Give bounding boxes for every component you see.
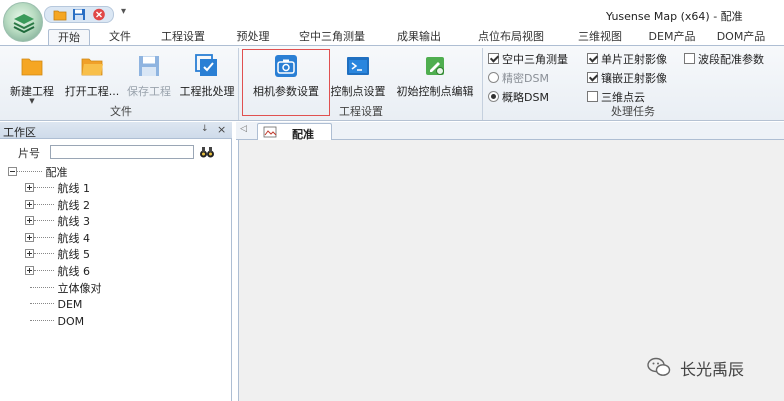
control-point-settings-button[interactable]: 控制点设置 <box>326 52 390 104</box>
tab-aerotriangulation[interactable]: 空中三角测量 <box>286 29 378 46</box>
binoculars-search-icon[interactable] <box>199 145 215 159</box>
title-bar: ▾ Yusense Map (x64) - 配准 <box>0 0 784 27</box>
expand-icon[interactable] <box>25 183 34 192</box>
app-logo[interactable] <box>3 2 43 42</box>
checkbox-unchecked-icon <box>684 53 695 64</box>
precise-dsm-radio[interactable]: 精密DSM <box>488 72 549 86</box>
folder-open-icon <box>81 58 103 76</box>
image-id-label: 片号 <box>18 147 40 160</box>
tab-start[interactable]: 开始 <box>48 29 90 46</box>
tree-strip-3[interactable]: 航线 3 <box>25 214 90 230</box>
pin-icon[interactable]: ↓ <box>201 124 209 134</box>
console-icon <box>347 57 369 75</box>
processing-tasks-group-label: 处理任务 <box>611 105 655 118</box>
workspace-title: 工作区 <box>3 126 36 139</box>
tab-point-layout-view[interactable]: 点位布局视图 <box>463 29 559 46</box>
batch-process-button[interactable]: 工程批处理 <box>176 52 238 104</box>
layers-icon <box>13 14 35 34</box>
tab-preprocess[interactable]: 预处理 <box>226 29 280 46</box>
workspace-panel-header: 工作区 ↓ × <box>0 122 232 139</box>
file-group: 新建工程 ▼ 打开工程... 保存工程 工程批处理 文件 <box>4 48 239 120</box>
batch-icon <box>195 54 217 76</box>
save-icon[interactable] <box>72 8 86 21</box>
mosaic-ortho-checkbox[interactable]: 镶嵌正射影像 <box>587 72 667 86</box>
expand-icon[interactable] <box>25 266 34 275</box>
band-registration-checkbox[interactable]: 波段配准参数 <box>684 53 764 67</box>
expand-icon[interactable] <box>25 233 34 242</box>
tab-project-settings[interactable]: 工程设置 <box>148 29 218 46</box>
tree-strip-6[interactable]: 航线 6 <box>25 264 90 280</box>
single-ortho-checkbox[interactable]: 单片正射影像 <box>587 53 667 67</box>
close-panel-icon[interactable]: × <box>217 123 226 136</box>
window-title: Yusense Map (x64) - 配准 <box>606 10 743 23</box>
expand-icon[interactable] <box>25 216 34 225</box>
document-tab-bar: ◁ 配准 <box>236 122 784 141</box>
customize-toolbar-icon[interactable]: ▾ <box>121 6 126 17</box>
file-group-label: 文件 <box>110 105 132 118</box>
expand-icon[interactable] <box>25 249 34 258</box>
radio-checked-icon <box>488 91 499 102</box>
open-project-button[interactable]: 打开工程... <box>62 52 122 104</box>
checkbox-unchecked-icon <box>587 91 598 102</box>
document-image-icon <box>263 126 277 138</box>
wechat-icon <box>647 357 671 376</box>
quick-access-toolbar <box>44 6 114 23</box>
tree-strip-2[interactable]: 航线 2 <box>25 198 90 214</box>
image-id-input[interactable] <box>50 145 194 159</box>
tree-dom[interactable]: DOM <box>30 314 84 330</box>
tree-root[interactable]: 配准 <box>8 165 68 181</box>
checkbox-checked-icon <box>587 53 598 64</box>
tree-stereo-pairs[interactable]: 立体像对 <box>30 281 102 297</box>
collapse-icon[interactable] <box>8 167 17 176</box>
save-icon <box>139 56 159 76</box>
tab-file[interactable]: 文件 <box>100 29 140 46</box>
tab-output[interactable]: 成果输出 <box>384 29 454 46</box>
ribbon-tabs: 开始 文件 工程设置 预处理 空中三角测量 成果输出 点位布局视图 三维视图 D… <box>0 27 784 46</box>
image-search-row: 片号 <box>0 141 232 161</box>
checkbox-checked-icon <box>587 72 598 83</box>
tab-3d-view[interactable]: 三维视图 <box>565 29 635 46</box>
tab-dom-product[interactable]: DOM产品 <box>708 29 774 46</box>
tree-dem[interactable]: DEM <box>30 297 82 313</box>
watermark-text: 长光禹辰 <box>680 360 745 379</box>
close-icon[interactable] <box>92 8 106 21</box>
processing-tasks-group: 空中三角测量 单片正射影像 波段配准参数 精密DSM 镶嵌正射影像 概略DSM … <box>484 48 782 120</box>
new-project-button[interactable]: 新建工程 ▼ <box>6 52 58 105</box>
folder-new-icon <box>21 58 43 76</box>
tree-root-label: 配准 <box>45 166 68 179</box>
tree-strip-4[interactable]: 航线 4 <box>25 231 90 247</box>
tab-dem-product[interactable]: DEM产品 <box>640 29 704 46</box>
edit-point-icon <box>426 57 444 75</box>
open-folder-icon[interactable] <box>53 8 67 21</box>
checkbox-checked-icon <box>488 53 499 64</box>
save-project-button[interactable]: 保存工程 <box>122 52 176 104</box>
document-tab-registration[interactable]: 配准 <box>257 123 332 141</box>
tab-scroll-left-icon[interactable]: ◁ <box>240 124 247 134</box>
radio-unchecked-icon <box>488 72 499 83</box>
tree-strip-5[interactable]: 航线 5 <box>25 247 90 263</box>
tree-strip-1[interactable]: 航线 1 <box>25 181 90 197</box>
initial-control-point-edit-button[interactable]: 初始控制点编辑 <box>390 52 480 104</box>
ribbon: 新建工程 ▼ 打开工程... 保存工程 工程批处理 文件 相机参数设置 控制点设… <box>0 45 784 121</box>
camera-params-highlight <box>242 49 330 116</box>
expand-icon[interactable] <box>25 200 34 209</box>
aerotriangulation-checkbox[interactable]: 空中三角测量 <box>488 53 568 67</box>
